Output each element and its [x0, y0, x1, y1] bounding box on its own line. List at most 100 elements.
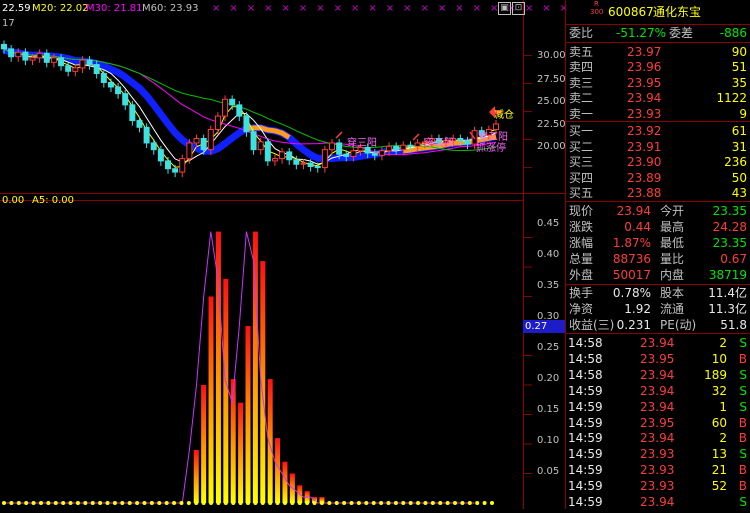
tick-volume: 2 — [719, 336, 727, 350]
weibi-row: 委比 -51.27% 委差 -886 — [566, 25, 750, 42]
bid-price: 23.91 — [627, 139, 662, 154]
candle-body — [143, 126, 150, 144]
candle-body — [229, 98, 236, 106]
candle-body — [407, 144, 414, 147]
quote-label: 涨跌 — [569, 220, 594, 234]
baseline-dot — [416, 501, 421, 505]
annotation-zhuangzhangting: 抓涨停 — [476, 143, 506, 154]
baseline-dot — [297, 501, 302, 505]
candle-body — [321, 149, 328, 169]
stock-name: 通化东宝 — [653, 5, 702, 19]
fundamental-value: 1.92 — [624, 302, 651, 316]
bid-label: 买二 — [569, 139, 594, 154]
baseline-dot — [38, 501, 43, 505]
indicator-bar — [238, 402, 244, 503]
divider — [566, 121, 750, 122]
indicator-tick: 0.20 — [537, 373, 560, 384]
bid-price: 23.92 — [627, 124, 662, 138]
tick-row: 14:59 23.93 13 S — [566, 446, 750, 463]
baseline-dot — [142, 501, 147, 505]
baseline-dot — [401, 501, 406, 505]
baseline-dot — [46, 501, 51, 505]
quote-label: 现价 — [569, 204, 594, 218]
indicator-bar — [275, 438, 281, 503]
baseline-dot — [319, 501, 324, 505]
indicator-tick: 0.10 — [537, 435, 560, 446]
quote-value: 23.94 — [616, 204, 651, 218]
candle-body — [8, 48, 15, 58]
weicha-value: -886 — [719, 26, 747, 40]
baseline-dot — [327, 501, 332, 505]
restore-icon[interactable]: ⊡ — [512, 2, 525, 15]
m60-value: M60: 23.93 — [142, 3, 199, 14]
indicator-tick: 0.45 — [537, 218, 560, 229]
candle-body — [300, 162, 307, 165]
baseline-dot — [246, 501, 250, 505]
bid-price: 23.90 — [627, 155, 662, 170]
baseline-dot — [430, 501, 435, 505]
tick-row: 14:58 23.95 10 B — [566, 351, 750, 368]
candle-body — [307, 162, 314, 167]
baseline-dot — [9, 501, 14, 505]
candle-body — [343, 153, 350, 157]
candle-body — [179, 158, 186, 173]
bid-label: 买四 — [569, 170, 594, 185]
quote-label: 今开 — [660, 204, 685, 218]
fundamental-row: 收益(三) 0.231 PE(动) 51.8 — [566, 317, 750, 334]
bid-label: 买一 — [569, 124, 594, 138]
baseline-dot — [423, 501, 428, 505]
baseline-dot — [282, 501, 287, 505]
quote-value: 23.35 — [712, 204, 747, 218]
quote-value: 88736 — [612, 252, 651, 266]
candle-body — [186, 142, 193, 160]
tick-volume: 52 — [711, 479, 727, 494]
zoom-icon[interactable]: ▣ — [498, 2, 511, 15]
baseline-dot — [194, 501, 199, 505]
candle-body — [236, 104, 243, 117]
candle-body — [279, 151, 286, 160]
candle-body — [15, 51, 22, 58]
baseline-dot — [260, 501, 265, 505]
indicator-bar — [252, 231, 258, 503]
candle-body — [72, 67, 79, 72]
quote-row: 总量 88736 量比 0.67 — [566, 251, 750, 268]
baseline-dot — [209, 501, 214, 505]
tick-row: 14:59 23.94 1 S — [566, 399, 750, 416]
tick-price: 23.95 — [640, 351, 675, 366]
kline-chart[interactable] — [0, 0, 565, 509]
baseline-dot — [371, 501, 376, 505]
ma5-value: 22.59 — [2, 3, 31, 14]
bid-volume: 50 — [731, 170, 747, 185]
indicator-tick: 0.05 — [537, 466, 560, 477]
baseline-dot — [216, 501, 221, 505]
quote-row: 涨幅 1.87% 最低 23.35 — [566, 235, 750, 252]
baseline-dot — [24, 501, 29, 505]
tick-price: 23.94 — [640, 399, 675, 414]
price-tick: 20.00 — [537, 141, 566, 152]
divider — [566, 333, 750, 334]
tick-price: 23.94 — [640, 383, 675, 398]
baseline-dot — [253, 501, 258, 505]
tick-side: B — [738, 351, 747, 366]
tick-side: S — [739, 336, 747, 350]
moving-average-lines — [2, 45, 497, 168]
baseline-dot — [386, 501, 391, 505]
tick-side: S — [739, 447, 747, 462]
tick-time: 14:59 — [568, 431, 603, 446]
baseline-dot — [90, 501, 95, 505]
fundamental-row: 净资 1.92 流通 11.3亿 — [566, 301, 750, 318]
baseline-dot — [334, 501, 339, 505]
quote-label: 最高 — [660, 220, 685, 234]
candle-body — [136, 120, 143, 128]
chart-area[interactable]: 22.59 M20: 22.02 M30: 21.81 M60: 23.93 1… — [0, 0, 568, 509]
stock-title[interactable]: R 300 600867 通化东宝 — [566, 0, 750, 22]
candle-body — [250, 131, 257, 151]
baseline-dot — [135, 501, 140, 505]
baseline-dot — [16, 501, 21, 505]
quote-value: 1.87% — [612, 236, 651, 250]
baseline-dot — [61, 501, 66, 505]
tick-price: 23.94 — [640, 367, 675, 382]
candle-body — [314, 165, 321, 169]
baseline-dot — [482, 501, 487, 505]
baseline-dot — [157, 501, 162, 505]
